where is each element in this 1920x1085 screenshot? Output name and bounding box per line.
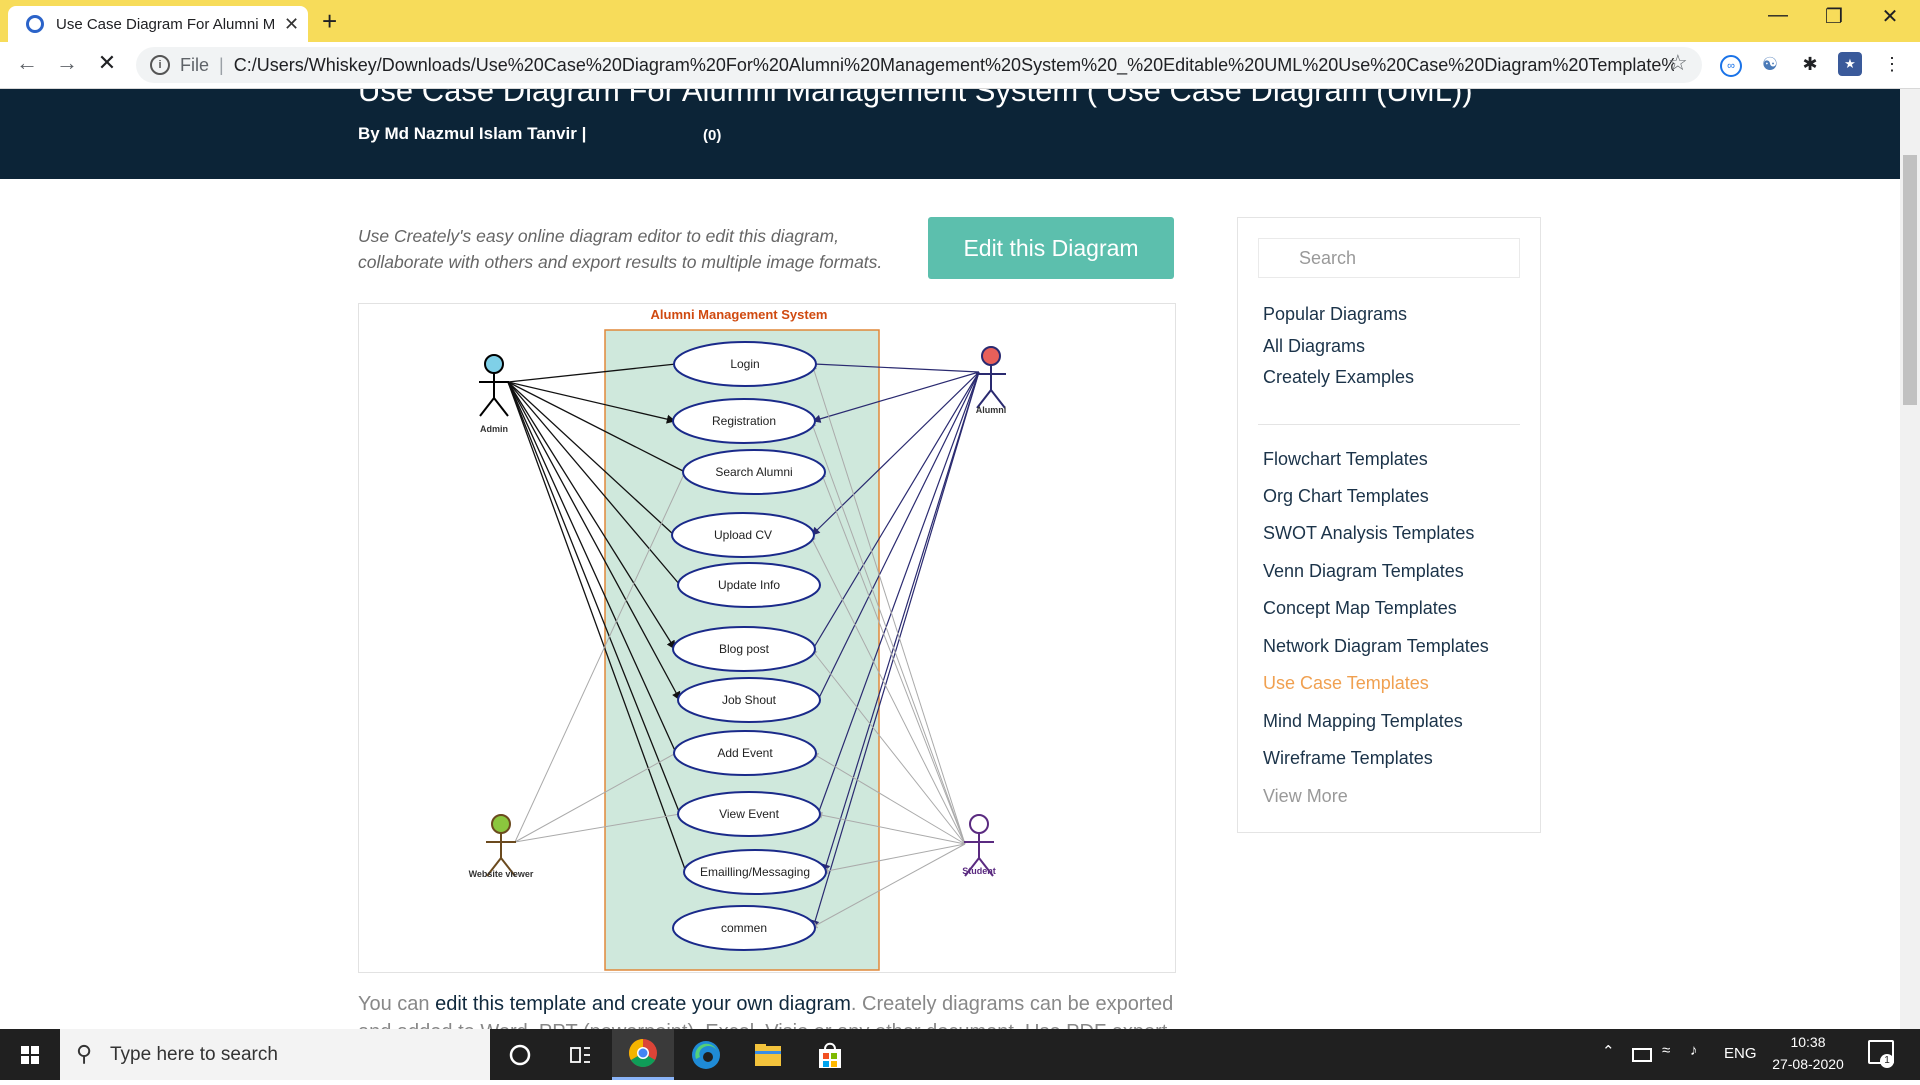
new-tab-button[interactable]: + (322, 6, 337, 37)
author-byline: By Md Nazmul Islam Tanvir | (358, 124, 587, 143)
sidebar-link-wireframe[interactable]: Wireframe Templates (1263, 748, 1433, 769)
system-title: Alumni Management System (651, 307, 828, 322)
address-separator: | (219, 54, 224, 75)
browser-tab[interactable]: Use Case Diagram For Alumni M ✕ (8, 6, 308, 42)
chrome-taskbar-button[interactable] (612, 1029, 674, 1080)
sidebar-link-view-more[interactable]: View More (1263, 786, 1348, 807)
use-case-label: Registration (712, 414, 776, 428)
battery-icon[interactable] (1632, 1048, 1652, 1062)
description-rest: . Creately diagrams can be exported (850, 993, 1174, 1015)
description-line-2: and added to Word, PPT (powerpoint), Exc… (358, 1021, 1167, 1029)
show-hidden-icons-icon[interactable]: ⌃ (1602, 1042, 1615, 1060)
actor-admin-label: Admin (480, 424, 508, 434)
edit-template-link[interactable]: edit this template and create your own d… (435, 993, 851, 1015)
volume-icon[interactable]: ♪ (1690, 1042, 1698, 1059)
description-text: You can edit this template and create yo… (358, 993, 1173, 1016)
notification-badge: 1 (1880, 1054, 1894, 1068)
actor-student-label: Student (962, 866, 996, 876)
use-case-label: Upload CV (714, 528, 772, 542)
sidebar-search-input[interactable]: Search (1258, 238, 1520, 278)
language-indicator[interactable]: ENG (1724, 1045, 1757, 1062)
search-icon: ⚲ (76, 1041, 93, 1066)
wifi-icon[interactable]: ≈ (1662, 1042, 1670, 1059)
stop-loading-icon[interactable]: ✕ (92, 50, 122, 76)
loading-favicon-icon (26, 15, 44, 33)
forward-arrow-icon[interactable]: → (52, 50, 82, 76)
use-case-label: Emailling/Messaging (700, 865, 810, 879)
use-case-label: Add Event (717, 746, 773, 760)
use-case-label: Login (730, 357, 759, 371)
extension-infinity-icon[interactable]: ∞ (1720, 55, 1742, 77)
clock-time[interactable]: 10:38 (1768, 1034, 1848, 1050)
edge-icon[interactable] (688, 1037, 724, 1073)
use-case-label: Update Info (718, 578, 780, 592)
file-scheme-label: File (180, 54, 210, 75)
store-icon[interactable] (812, 1037, 848, 1073)
clock-date[interactable]: 27-08-2020 (1764, 1056, 1852, 1072)
extension-satellite-icon[interactable]: ☯ (1758, 52, 1782, 76)
use-case-diagram: Alumni Management System Login Registrati… (469, 307, 1007, 971)
sidebar-divider (1258, 424, 1520, 425)
sidebar-link-org-chart[interactable]: Org Chart Templates (1263, 486, 1429, 507)
actor-viewer-icon (486, 814, 516, 877)
sidebar-link-all-diagrams[interactable]: All Diagrams (1263, 336, 1365, 357)
page-viewport: Use Case Diagram For Alumni Management S… (0, 89, 1900, 1029)
taskbar-search-box[interactable]: ⚲ Type here to search (60, 1029, 490, 1080)
sidebar-link-concept-map[interactable]: Concept Map Templates (1263, 598, 1457, 619)
start-button[interactable] (0, 1029, 60, 1080)
edit-diagram-button[interactable]: Edit this Diagram (928, 217, 1174, 279)
sidebar-link-venn[interactable]: Venn Diagram Templates (1263, 561, 1464, 582)
use-case-label: Search Alumni (715, 465, 792, 479)
sidebar-link-network[interactable]: Network Diagram Templates (1263, 636, 1489, 657)
sidebar-link-mind-mapping[interactable]: Mind Mapping Templates (1263, 711, 1463, 732)
actor-alumni-icon (976, 346, 1006, 409)
description-lead: You can (358, 993, 436, 1015)
sidebar: Search Popular Diagrams All Diagrams Cre… (1237, 217, 1541, 833)
bookmark-star-icon[interactable]: ☆ (1668, 50, 1688, 76)
tab-title: Use Case Diagram For Alumni M (56, 15, 274, 33)
extensions-puzzle-icon[interactable]: ✱ (1798, 52, 1822, 76)
minimize-button[interactable]: — (1758, 4, 1798, 27)
actor-admin-icon (479, 354, 509, 417)
page-title: Use Case Diagram For Alumni Management S… (358, 89, 1473, 108)
diagram-image: Alumni Management System Login Registrati… (358, 303, 1176, 973)
close-window-button[interactable]: ✕ (1870, 4, 1910, 29)
restore-button[interactable]: ❐ (1814, 4, 1854, 29)
sidebar-link-use-case[interactable]: Use Case Templates (1263, 673, 1429, 694)
sidebar-link-swot[interactable]: SWOT Analysis Templates (1263, 523, 1474, 544)
sidebar-link-flowchart[interactable]: Flowchart Templates (1263, 449, 1428, 470)
chrome-icon (629, 1039, 657, 1067)
sidebar-link-creately-examples[interactable]: Creately Examples (1263, 367, 1414, 388)
actor-viewer-label: Website viewer (469, 869, 534, 879)
intro-text: Use Creately's easy online diagram edito… (358, 226, 883, 272)
use-case-label: Job Shout (722, 693, 777, 707)
address-bar[interactable]: i File | C:/Users/Whiskey/Downloads/Use%… (136, 47, 1702, 83)
use-case-label: View Event (719, 807, 779, 821)
windows-logo-icon (21, 1046, 39, 1064)
browser-menu-icon[interactable]: ⋮ (1880, 52, 1904, 76)
scrollbar-thumb[interactable] (1903, 155, 1917, 405)
cortana-icon[interactable] (502, 1037, 538, 1073)
actor-alumni-label: Alumni (976, 405, 1007, 415)
url-text[interactable]: C:/Users/Whiskey/Downloads/Use%20Case%20… (234, 55, 1674, 76)
sidebar-link-popular-diagrams[interactable]: Popular Diagrams (1263, 304, 1407, 325)
tab-close-icon[interactable]: ✕ (284, 14, 299, 35)
rating-count: (0) (703, 127, 722, 144)
taskbar-search-placeholder: Type here to search (110, 1043, 278, 1065)
task-view-icon[interactable] (562, 1037, 598, 1073)
file-explorer-icon[interactable] (750, 1037, 786, 1073)
profile-avatar[interactable]: ★ (1838, 52, 1862, 76)
back-arrow-icon[interactable]: ← (12, 50, 42, 76)
use-case-label: Blog post (719, 642, 770, 656)
info-icon[interactable]: i (150, 55, 170, 75)
use-case-label: commen (721, 921, 767, 935)
